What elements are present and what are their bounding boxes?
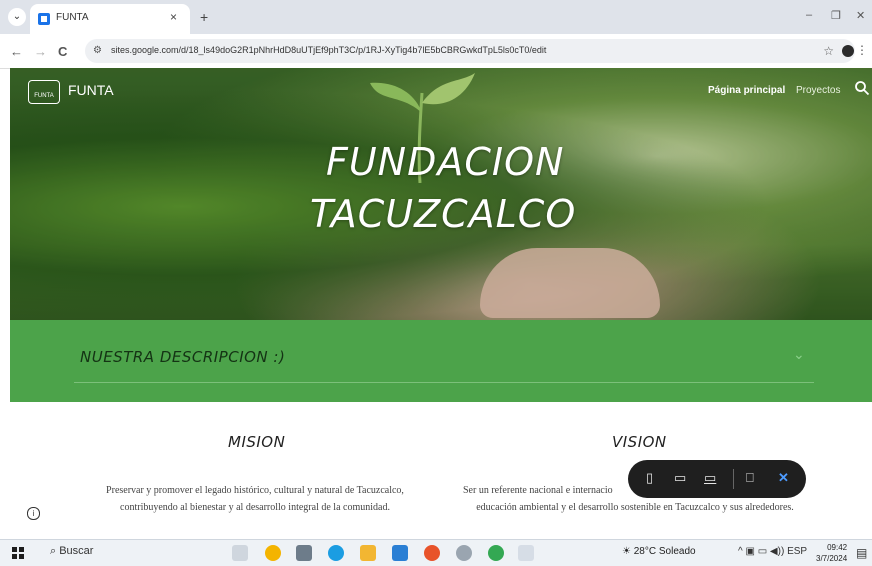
clock-time: 09:42	[827, 543, 848, 552]
nav-home-link[interactable]: Página principal	[708, 85, 785, 96]
tab-title: FUNTA	[56, 12, 89, 23]
desktop-preview-icon[interactable]: ▭	[704, 470, 716, 486]
taskbar-search-label: Buscar	[59, 545, 94, 557]
hero-title-line2: TACUZCALCO	[310, 192, 577, 236]
site-info-icon[interactable]: ⚙	[93, 45, 102, 56]
chevron-down-icon[interactable]: ⌄	[793, 346, 805, 363]
minimize-button[interactable]: –	[806, 9, 812, 21]
weather-widget[interactable]: ☀ 28°C Soleado	[622, 546, 696, 557]
nav-projects-link[interactable]: Proyectos	[796, 85, 840, 96]
url-text[interactable]: sites.google.com/d/18_ls49doG2R1pNhrHdD8…	[111, 45, 546, 55]
edge-icon[interactable]	[328, 545, 344, 561]
funta-logo[interactable]: FUNTA	[28, 80, 60, 104]
clock-date: 3/7/2024	[816, 554, 848, 563]
close-preview-icon[interactable]: ✕	[778, 470, 789, 486]
reload-button[interactable]: C	[58, 44, 67, 59]
hero-title-line1: FUNDACION	[326, 140, 565, 184]
taskbar: ⌕ Buscar ☀ 28°C Soleado ^ ▣ ▭ ◀)) ESP 09…	[0, 539, 872, 566]
bookmark-star-icon[interactable]: ☆	[823, 44, 834, 58]
profile-avatar[interactable]	[842, 45, 854, 57]
device-preview-toolbar: ▯ ▭ ▭ ⎕ ✕	[628, 460, 806, 498]
info-icon[interactable]: i	[27, 507, 40, 520]
hero-banner: FUNTA FUNTA Página principal Proyectos F…	[10, 68, 872, 320]
chrome-app-icon[interactable]	[488, 545, 504, 561]
tab-search-icon[interactable]: ⌄	[8, 8, 26, 26]
browser-tab[interactable]: FUNTA ×	[30, 4, 190, 34]
windows-start-icon[interactable]	[12, 547, 24, 559]
calculator-icon[interactable]	[296, 545, 312, 561]
mail-icon[interactable]	[392, 545, 408, 561]
mision-text: Preservar y promover el legado histórico…	[80, 482, 430, 516]
mision-line1: Preservar y promover el legado histórico…	[106, 485, 404, 496]
forward-button[interactable]: →	[34, 44, 47, 59]
divider	[74, 382, 814, 383]
task-view-icon[interactable]	[232, 545, 248, 561]
description-section: NUESTRA DESCRIPCION :) ⌄	[10, 320, 872, 402]
app-icon[interactable]	[518, 545, 534, 561]
vision-title: VISION	[612, 433, 667, 451]
weather-text: 28°C Soleado	[633, 546, 696, 557]
search-icon[interactable]	[854, 80, 870, 96]
taskbar-search[interactable]: ⌕ Buscar	[50, 545, 93, 558]
phone-preview-icon[interactable]: ▯	[646, 470, 653, 486]
file-explorer-icon[interactable]	[360, 545, 376, 561]
notification-icon[interactable]: ▤	[856, 546, 867, 560]
system-tray[interactable]: ^ ▣ ▭ ◀)) ESP	[738, 546, 807, 557]
mision-line2: contribuyendo al bienestar y al desarrol…	[120, 502, 390, 513]
clock[interactable]: 09:42 3/7/2024	[816, 542, 847, 564]
site-name[interactable]: FUNTA	[68, 82, 114, 98]
close-window-button[interactable]: ✕	[856, 9, 865, 22]
accordion-label[interactable]: NUESTRA DESCRIPCION :)	[80, 348, 285, 366]
address-bar-row: ← → C ⚙ sites.google.com/d/18_ls49doG2R1…	[0, 34, 872, 69]
more-menu-icon[interactable]: ⋮	[856, 43, 868, 57]
vision-line2: educación ambiental y el desarrollo sost…	[476, 502, 794, 513]
google-sites-favicon-icon	[38, 13, 50, 25]
hero-title: FUNDACION TACUZCALCO	[310, 136, 610, 240]
language-indicator[interactable]: ESP	[787, 546, 807, 557]
tab-close-icon[interactable]: ×	[170, 10, 177, 24]
brave-icon[interactable]	[424, 545, 440, 561]
mision-title: MISION	[228, 433, 286, 451]
toolbar-separator	[733, 469, 734, 489]
url-field[interactable]: ⚙ sites.google.com/d/18_ls49doG2R1pNhrHd…	[85, 39, 855, 63]
back-button[interactable]: ←	[10, 44, 23, 59]
chrome-icon[interactable]	[265, 545, 281, 561]
settings-icon[interactable]	[456, 545, 472, 561]
feedback-icon[interactable]: ⎕	[746, 470, 754, 486]
browser-tabbar: ⌄ FUNTA × + – ❐ ✕	[0, 0, 872, 34]
new-tab-button[interactable]: +	[200, 9, 208, 25]
tablet-preview-icon[interactable]: ▭	[674, 470, 686, 486]
restore-button[interactable]: ❐	[831, 9, 841, 22]
